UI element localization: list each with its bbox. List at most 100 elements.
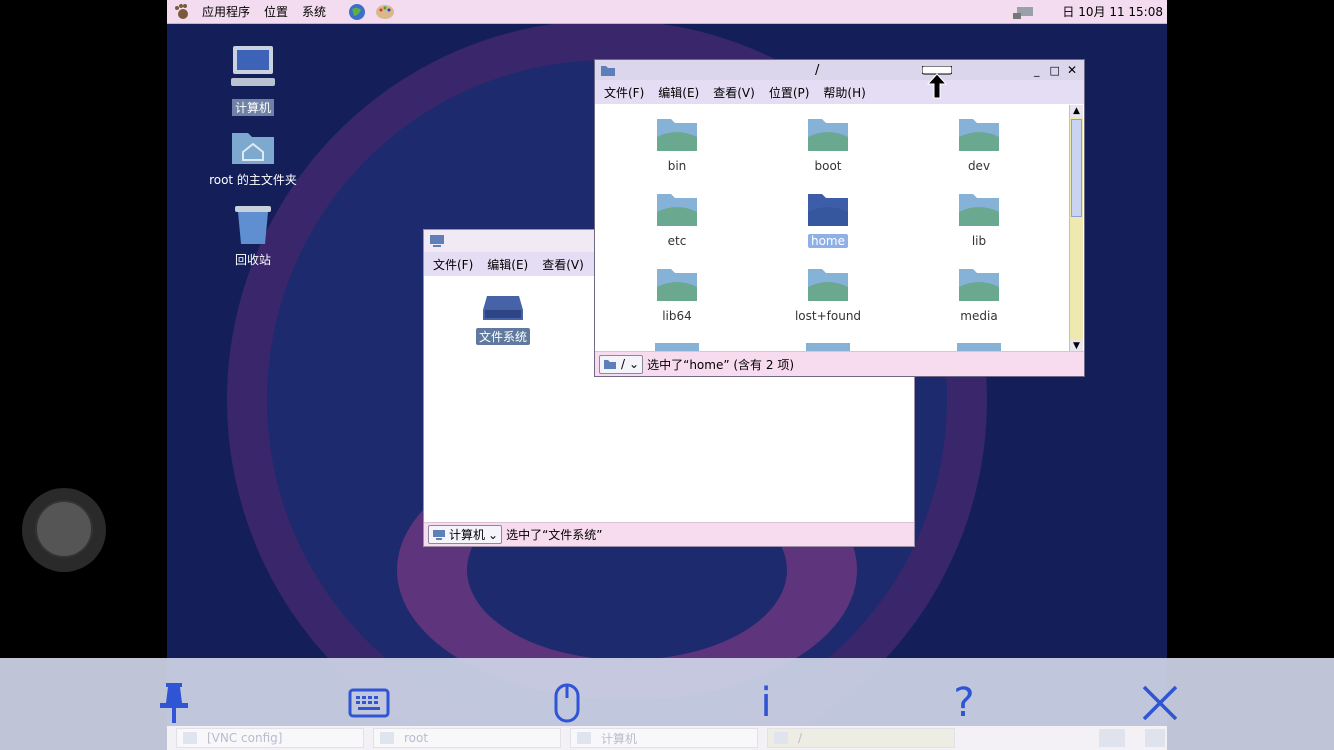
folder-icon [657,269,697,301]
root-window[interactable]: / _ □ ✕ 文件(F) 编辑(E) 查看(V) 位置(P) 帮助(H) bi… [594,59,1085,377]
folder-icon [655,343,699,351]
info-button[interactable]: i [741,678,791,728]
close-icon[interactable]: ✕ [1067,63,1077,77]
chevron-down-icon: ⌄ [629,357,640,371]
filesystem-item[interactable]: 文件系统 [468,292,538,345]
folder-icon [601,65,615,76]
folder-label: dev [967,159,991,173]
menu-file[interactable]: 文件(F) [426,256,480,273]
vnc-viewer-screen: 应用程序 位置 系统 日 10月 11 15:08 计算机 root 的主文件夹 [0,0,1334,750]
menu-help[interactable]: 帮助(H) [816,84,872,101]
scroll-up-icon[interactable]: ▲ [1070,105,1083,117]
menu-system[interactable]: 系统 [295,3,333,20]
chevron-down-icon: ⌄ [488,527,499,542]
folder-icon [808,269,848,301]
paint-palette-icon[interactable] [375,3,395,21]
pin-button[interactable] [149,678,199,728]
folder-label: lib [971,234,987,248]
menu-edit[interactable]: 编辑(E) [480,256,535,273]
folder-boot[interactable]: boot [773,115,883,173]
folder-icon [604,360,616,369]
workspace-switcher-icon[interactable] [1145,729,1165,747]
desktop-icon-home[interactable]: root 的主文件夹 [198,128,308,188]
taskbar-item-computer[interactable]: 计算机 [570,728,758,748]
folder-icon [959,269,999,301]
status-text: 选中了“文件系统” [506,528,603,542]
root-window-titlebar[interactable]: / _ □ ✕ [595,60,1084,80]
mouse-pointer-icon [921,65,953,100]
mouse-icon [554,683,580,723]
folder-label-selected: home [807,234,849,248]
menu-applications[interactable]: 应用程序 [195,3,257,20]
folder-dev[interactable]: dev [924,115,1034,173]
desktop-icon-trash[interactable]: 回收站 [198,204,308,268]
location-combo[interactable]: 计算机 ⌄ [428,525,503,544]
show-desktop-icon[interactable] [1099,729,1125,747]
folder-bin[interactable]: bin [622,115,732,173]
remote-desktop[interactable]: 应用程序 位置 系统 日 10月 11 15:08 计算机 root 的主文件夹 [167,0,1167,750]
folder-lib[interactable]: lib [924,190,1034,248]
browser-globe-icon[interactable] [347,3,367,21]
taskbar-item-root[interactable]: root [373,728,561,748]
menu-edit[interactable]: 编辑(E) [651,84,706,101]
folder-home[interactable]: home [773,190,883,248]
menu-file[interactable]: 文件(F) [597,84,651,101]
folder-label: bin [667,159,687,173]
location-label: / [621,357,626,371]
folder-etc[interactable]: etc [622,190,732,248]
top-panel: 应用程序 位置 系统 日 10月 11 15:08 [167,0,1167,24]
menu-go[interactable]: 位置(P) [762,84,817,101]
home-folder-icon [232,133,274,164]
computer-icon [231,46,275,86]
keyboard-icon [348,688,390,718]
folder-icon [959,119,999,151]
remote-taskbar: [VNC config] root 计算机 / [167,726,1167,750]
network-icon[interactable] [1011,3,1037,21]
root-window-statusbar: / ⌄ 选中了“home” (含有 2 项) [595,351,1084,376]
pin-icon [160,683,188,723]
menu-view[interactable]: 查看(V) [535,256,591,273]
folder-label: boot [814,159,842,173]
menu-view[interactable]: 查看(V) [706,84,762,101]
menu-places[interactable]: 位置 [257,3,295,20]
folder-lib64[interactable]: lib64 [622,265,732,323]
folder-media[interactable]: media [924,265,1034,323]
taskbar-item-root-folder[interactable]: / [767,728,955,748]
window-title: / [815,62,820,78]
location-combo[interactable]: / ⌄ [599,354,644,374]
vertical-scrollbar[interactable]: ▲ ▼ [1069,105,1083,352]
folder-icon [806,343,850,351]
folder-lost-found[interactable]: lost+found [773,265,883,323]
taskbar-item-label: [VNC config] [207,731,283,745]
maximize-icon[interactable]: □ [1050,64,1060,77]
mouse-button[interactable] [542,678,592,728]
root-window-menubar: 文件(F) 编辑(E) 查看(V) 位置(P) 帮助(H) [595,80,1084,104]
trash-icon [235,206,271,244]
hard-drive-icon [483,296,523,320]
computer-window-statusbar: 计算机 ⌄ 选中了“文件系统” [424,522,914,546]
filesystem-label: 文件系统 [475,328,530,345]
desktop-icon-computer[interactable]: 计算机 [198,44,308,116]
folder-icon [657,194,697,226]
desktop-icon-label: root 的主文件夹 [209,173,297,187]
folder-label: lib64 [662,309,692,323]
info-icon: i [760,680,772,726]
folder-icon [959,194,999,226]
folder-icon [657,119,697,151]
folder-label: etc [667,234,687,248]
status-text: 选中了“home” (含有 2 项) [647,357,795,372]
folder-label: media [960,309,998,323]
close-button[interactable] [1135,678,1185,728]
minimize-icon[interactable]: _ [1034,64,1040,77]
folder-grid: bin boot dev etc home lib lib64 lost+fou… [595,105,1068,351]
desktop-icon-label: 回收站 [234,253,271,267]
taskbar-item-label: 计算机 [601,731,638,746]
taskbar-item-vnc-config[interactable]: [VNC config] [176,728,364,748]
help-icon: ? [953,680,975,726]
joystick-knob[interactable] [35,500,93,558]
panel-clock[interactable]: 日 10月 11 15:08 [1055,3,1167,20]
keyboard-button[interactable] [344,678,394,728]
scrollbar-thumb[interactable] [1071,119,1082,217]
help-button[interactable]: ? [939,678,989,728]
foot-icon[interactable] [171,3,191,21]
